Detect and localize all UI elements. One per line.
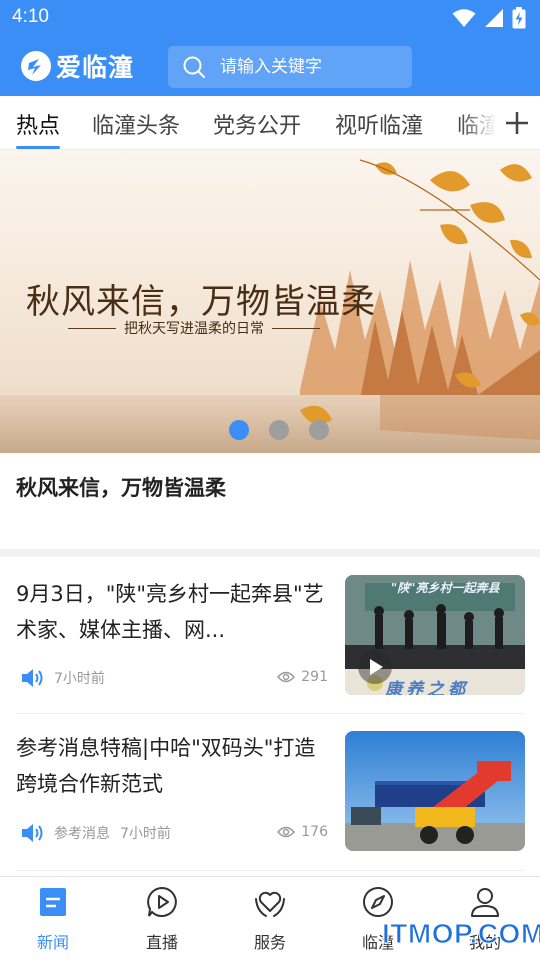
nav-live[interactable]: 直播	[117, 885, 207, 955]
news-meta: 7小时前	[20, 667, 105, 689]
eye-icon	[277, 671, 296, 683]
status-time: 4:10	[12, 6, 49, 27]
news-thumbnail[interactable]	[345, 731, 525, 851]
nav-news-label: 新闻	[36, 933, 69, 952]
logo-mark-icon	[21, 51, 51, 81]
nav-live-label: 直播	[145, 933, 178, 952]
banner-subtitle: 把秋天写进温柔的日常	[68, 318, 320, 338]
news-thumbnail[interactable]: "陕"亮乡村一起奔县 康养之都	[345, 575, 525, 695]
search-icon	[183, 56, 205, 78]
signal-icon	[485, 9, 503, 27]
wifi-icon	[452, 9, 476, 27]
banner-subtitle-text: 把秋天写进温柔的日常	[124, 321, 264, 337]
news-time: 7小时前	[120, 826, 171, 842]
section-divider	[0, 549, 540, 557]
compass-icon	[363, 887, 393, 917]
carousel-dot-3[interactable]	[309, 420, 329, 440]
profile-icon	[471, 888, 499, 917]
battery-charging-icon	[512, 7, 526, 29]
status-icons	[452, 7, 526, 29]
app-header: 4:10 爱临潼	[0, 0, 540, 96]
search-bar[interactable]	[168, 46, 412, 88]
watermark: ITMOP.COM	[382, 918, 540, 950]
app-name: 爱临潼	[56, 53, 135, 82]
banner-title: 秋风来信，万物皆温柔	[26, 282, 376, 322]
audio-speaker-icon[interactable]	[20, 667, 44, 689]
tab-party-affairs[interactable]: 党务公开	[213, 108, 301, 140]
news-title: 参考消息特稿|中哈"双码头"打造跨境合作新范式	[16, 736, 316, 796]
thumb-headline: "陕"亮乡村一起奔县	[391, 581, 500, 595]
live-play-icon	[147, 886, 177, 917]
container-port-image	[345, 731, 525, 851]
add-channel-icon[interactable]	[504, 110, 530, 136]
news-separator	[16, 713, 524, 714]
news-separator	[16, 870, 524, 871]
banner-caption[interactable]: 秋风来信，万物皆温柔	[16, 472, 226, 502]
tab-hot[interactable]: 热点	[16, 108, 60, 140]
audio-speaker-icon[interactable]	[20, 822, 44, 844]
subtitle-line-left	[68, 327, 116, 329]
carousel-dots	[229, 420, 329, 440]
news-time: 7小时前	[54, 671, 105, 687]
news-meta: 参考消息 7小时前	[20, 822, 171, 844]
eye-icon	[277, 826, 296, 838]
news-item[interactable]: 9月3日，"陕"亮乡村一起奔县"艺术家、媒体主播、网... 7小时前 291 "…	[0, 574, 540, 724]
news-views: 291	[277, 669, 328, 685]
carousel-dot-1[interactable]	[229, 420, 249, 440]
carousel-dot-2[interactable]	[269, 420, 289, 440]
search-input[interactable]	[220, 57, 400, 77]
app-bar: 爱临潼	[0, 36, 540, 96]
category-tabs: 热点 临潼头条 党务公开 视听临潼 临潼	[0, 96, 540, 150]
news-title: 9月3日，"陕"亮乡村一起奔县"艺术家、媒体主播、网...	[16, 582, 324, 642]
news-source: 参考消息	[54, 826, 110, 842]
news-view-count: 291	[301, 669, 328, 685]
nav-news[interactable]: 新闻	[8, 885, 98, 955]
news-icon	[40, 888, 66, 916]
service-heart-icon	[255, 891, 285, 917]
thumb-footer: 康养之都	[385, 680, 469, 695]
tab-linton-headlines[interactable]: 临潼头条	[92, 108, 180, 140]
status-bar: 4:10	[0, 0, 540, 36]
tab-audiovisual[interactable]: 视听临潼	[335, 108, 423, 140]
news-views: 176	[277, 824, 328, 840]
subtitle-line-right	[272, 327, 320, 329]
nav-service-label: 服务	[253, 933, 286, 952]
news-view-count: 176	[301, 824, 328, 840]
app-logo[interactable]: 爱临潼	[20, 48, 134, 84]
nav-service[interactable]: 服务	[225, 885, 315, 955]
news-item[interactable]: 参考消息特稿|中哈"双码头"打造跨境合作新范式 参考消息 7小时前 176	[0, 730, 540, 880]
banner-carousel[interactable]: 秋风来信，万物皆温柔 把秋天写进温柔的日常	[0, 150, 540, 453]
active-tab-indicator	[16, 146, 60, 149]
